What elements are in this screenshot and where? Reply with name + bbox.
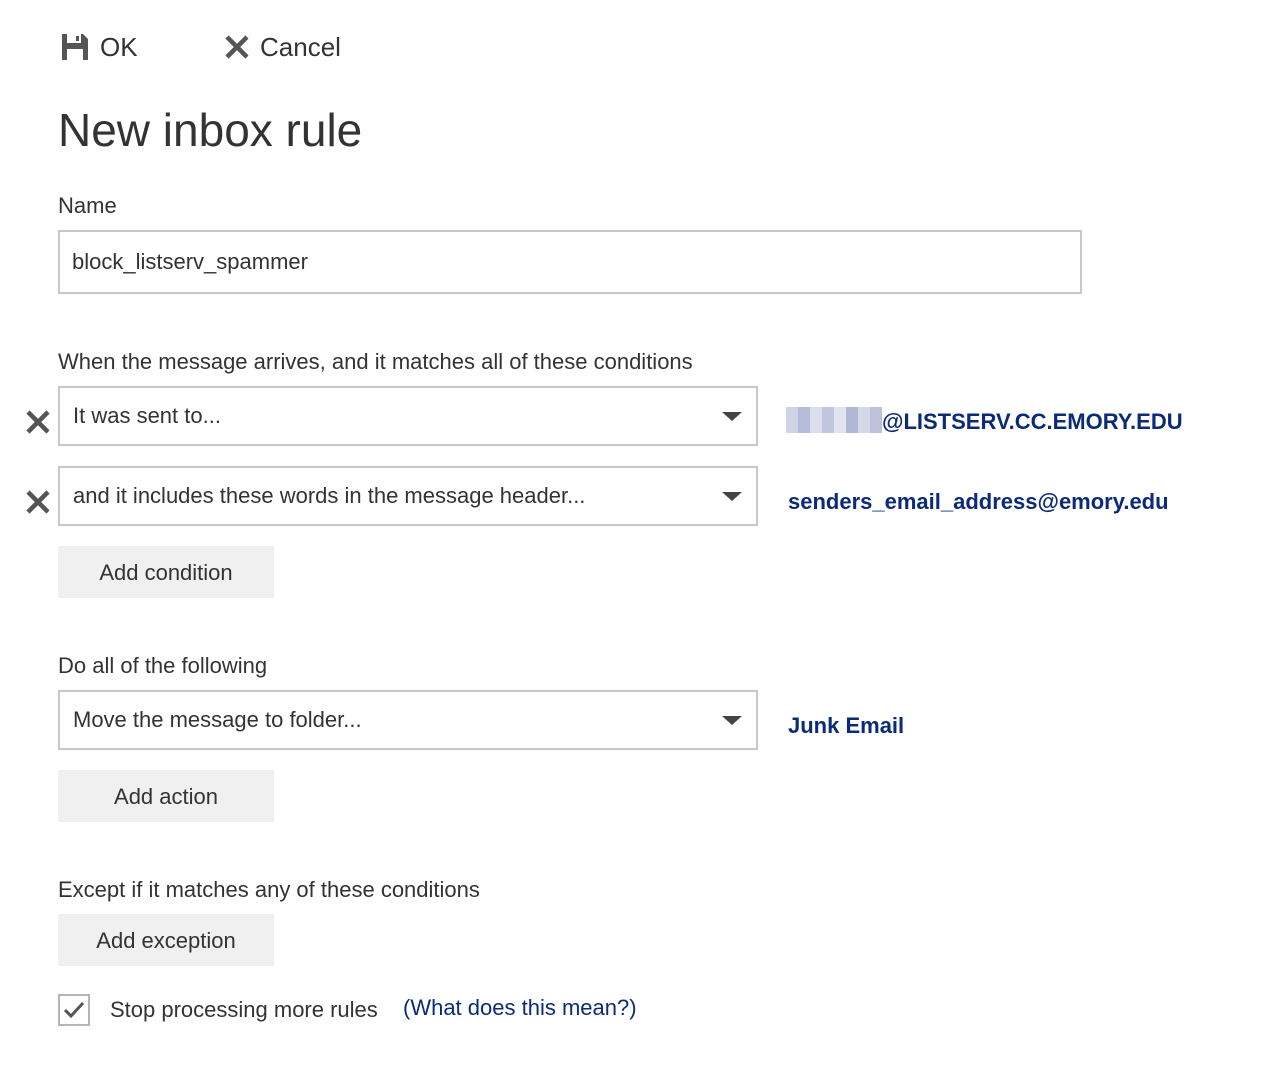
name-label: Name [58, 193, 117, 218]
checkmark-icon [63, 1001, 85, 1019]
save-icon [60, 32, 90, 62]
remove-condition-2-icon[interactable] [24, 488, 52, 516]
actions-label: Do all of the following [58, 653, 268, 678]
conditions-label: When the message arrives, and it matches… [58, 349, 693, 374]
redacted-address-block [786, 407, 882, 433]
add-condition-button[interactable]: Add condition [58, 546, 274, 598]
condition-2-dropdown[interactable]: and it includes these words in the messa… [58, 466, 758, 526]
action-1-value-link[interactable]: Junk Email [788, 711, 904, 741]
chevron-down-icon [722, 412, 742, 421]
ok-button[interactable]: OK [60, 28, 138, 66]
condition-2-value-link[interactable]: senders_email_address@emory.edu [788, 487, 1169, 517]
rule-name-input[interactable] [58, 230, 1082, 294]
ok-label: OK [100, 31, 138, 62]
cancel-label: Cancel [260, 31, 341, 62]
condition-1-value: @LISTSERV.CC.EMORY.EDU [882, 409, 1183, 434]
chevron-down-icon [722, 492, 742, 501]
what-does-this-mean-link[interactable]: (What does this mean?) [403, 992, 637, 1024]
stop-processing-checkbox[interactable] [58, 994, 90, 1026]
stop-processing-label: Stop processing more rules [110, 997, 378, 1022]
close-icon [224, 34, 250, 60]
page-title: New inbox rule [58, 104, 363, 156]
action-1-selected: Move the message to folder... [73, 707, 362, 732]
cancel-button[interactable]: Cancel [224, 28, 341, 66]
action-1-dropdown[interactable]: Move the message to folder... [58, 690, 758, 750]
condition-1-selected: It was sent to... [73, 403, 221, 428]
exceptions-label: Except if it matches any of these condit… [58, 877, 480, 902]
add-action-button[interactable]: Add action [58, 770, 274, 822]
remove-condition-1-icon[interactable] [24, 408, 52, 436]
condition-1-dropdown[interactable]: It was sent to... [58, 386, 758, 446]
add-exception-button[interactable]: Add exception [58, 914, 274, 966]
condition-1-value-link[interactable]: @LISTSERV.CC.EMORY.EDU [786, 407, 1183, 437]
condition-2-selected: and it includes these words in the messa… [73, 483, 586, 508]
chevron-down-icon [722, 716, 742, 725]
